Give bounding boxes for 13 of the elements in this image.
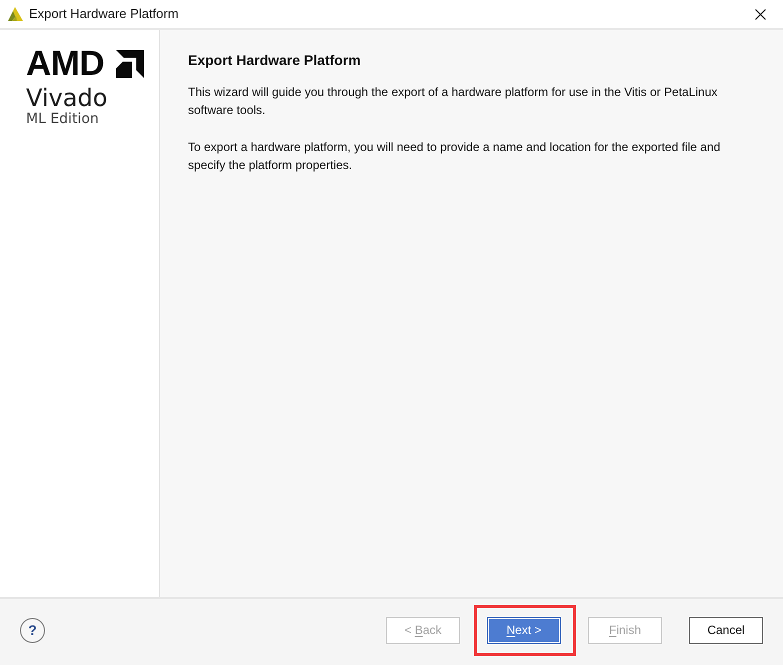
window-title: Export Hardware Platform [29,6,179,22]
brand-text: AMD [26,49,104,79]
next-button[interactable]: Next > [487,616,561,644]
close-icon[interactable] [755,8,766,20]
intro-paragraph: This wizard will guide you through the export of a hardware platform for use in the Vitis or PetaLinux software tools. [188,84,718,119]
help-button[interactable]: ? [20,618,45,642]
cancel-button[interactable]: Cancel [689,616,763,644]
arrow-logo-icon [116,50,144,78]
edition-name: ML Edition [26,111,99,127]
page-heading: Export Hardware Platform [188,51,361,69]
intro-paragraph: To export a hardware platform, you will need to provide a name and location for the exported file and specify the platform properties. [188,139,722,174]
product-name: Vivado [26,85,108,111]
logo-icon [8,7,23,21]
